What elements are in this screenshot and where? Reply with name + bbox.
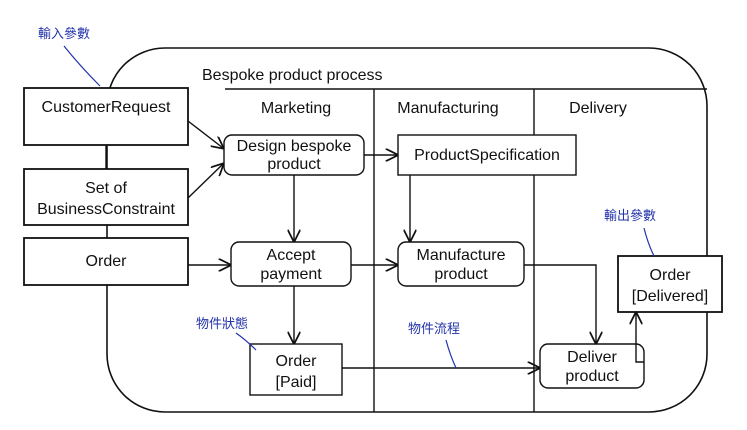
annotation-object-flow-leader bbox=[445, 339, 457, 369]
business-constraint-label-line2: BusinessConstraint bbox=[37, 201, 175, 218]
order-paid-line2: [Paid] bbox=[276, 374, 317, 391]
order-delivered-line2: [Delivered] bbox=[632, 288, 708, 305]
business-constraint-label-line1: Set of bbox=[85, 180, 127, 197]
annotation-object-flow: 物件流程 bbox=[408, 322, 460, 337]
accept-label-line1: Accept bbox=[267, 247, 316, 264]
manufacture-label-line1: Manufacture bbox=[417, 247, 506, 264]
annotation-input-parameter: 輸入參數 bbox=[38, 27, 90, 42]
partition-delivery: Delivery bbox=[569, 100, 627, 117]
customer-request-label: CustomerRequest bbox=[42, 99, 172, 116]
activity-title: Bespoke product process bbox=[202, 67, 383, 84]
annotation-input-parameter-leader bbox=[63, 45, 101, 87]
flow-constraint-to-design bbox=[187, 164, 223, 199]
annotation-output-parameter-leader bbox=[643, 227, 655, 257]
order-paid-line1: Order bbox=[276, 353, 318, 370]
product-specification-label: ProductSpecification bbox=[414, 147, 560, 164]
deliver-label-line2: product bbox=[565, 368, 619, 385]
order-delivered-line1: Order bbox=[650, 267, 692, 284]
annotation-output-parameter: 輸出參數 bbox=[604, 209, 656, 224]
input-param-customer-request bbox=[23, 87, 189, 146]
activity-diagram: Bespoke product process Marketing Manufa… bbox=[23, 27, 723, 413]
accept-label-line2: payment bbox=[260, 266, 322, 283]
flow-customer-request-to-design bbox=[187, 120, 223, 148]
annotation-object-state: 物件狀態 bbox=[196, 316, 248, 332]
design-label-line1: Design bespoke bbox=[237, 138, 352, 155]
flow-manufacture-to-deliver bbox=[524, 264, 596, 343]
deliver-label-line1: Deliver bbox=[567, 349, 617, 366]
annotation-object-state-leader bbox=[235, 332, 257, 351]
partition-manufacturing: Manufacturing bbox=[397, 100, 498, 117]
partition-marketing: Marketing bbox=[261, 100, 331, 117]
order-input-label: Order bbox=[86, 253, 128, 270]
manufacture-label-line2: product bbox=[434, 266, 488, 283]
design-label-line2: product bbox=[267, 156, 321, 173]
